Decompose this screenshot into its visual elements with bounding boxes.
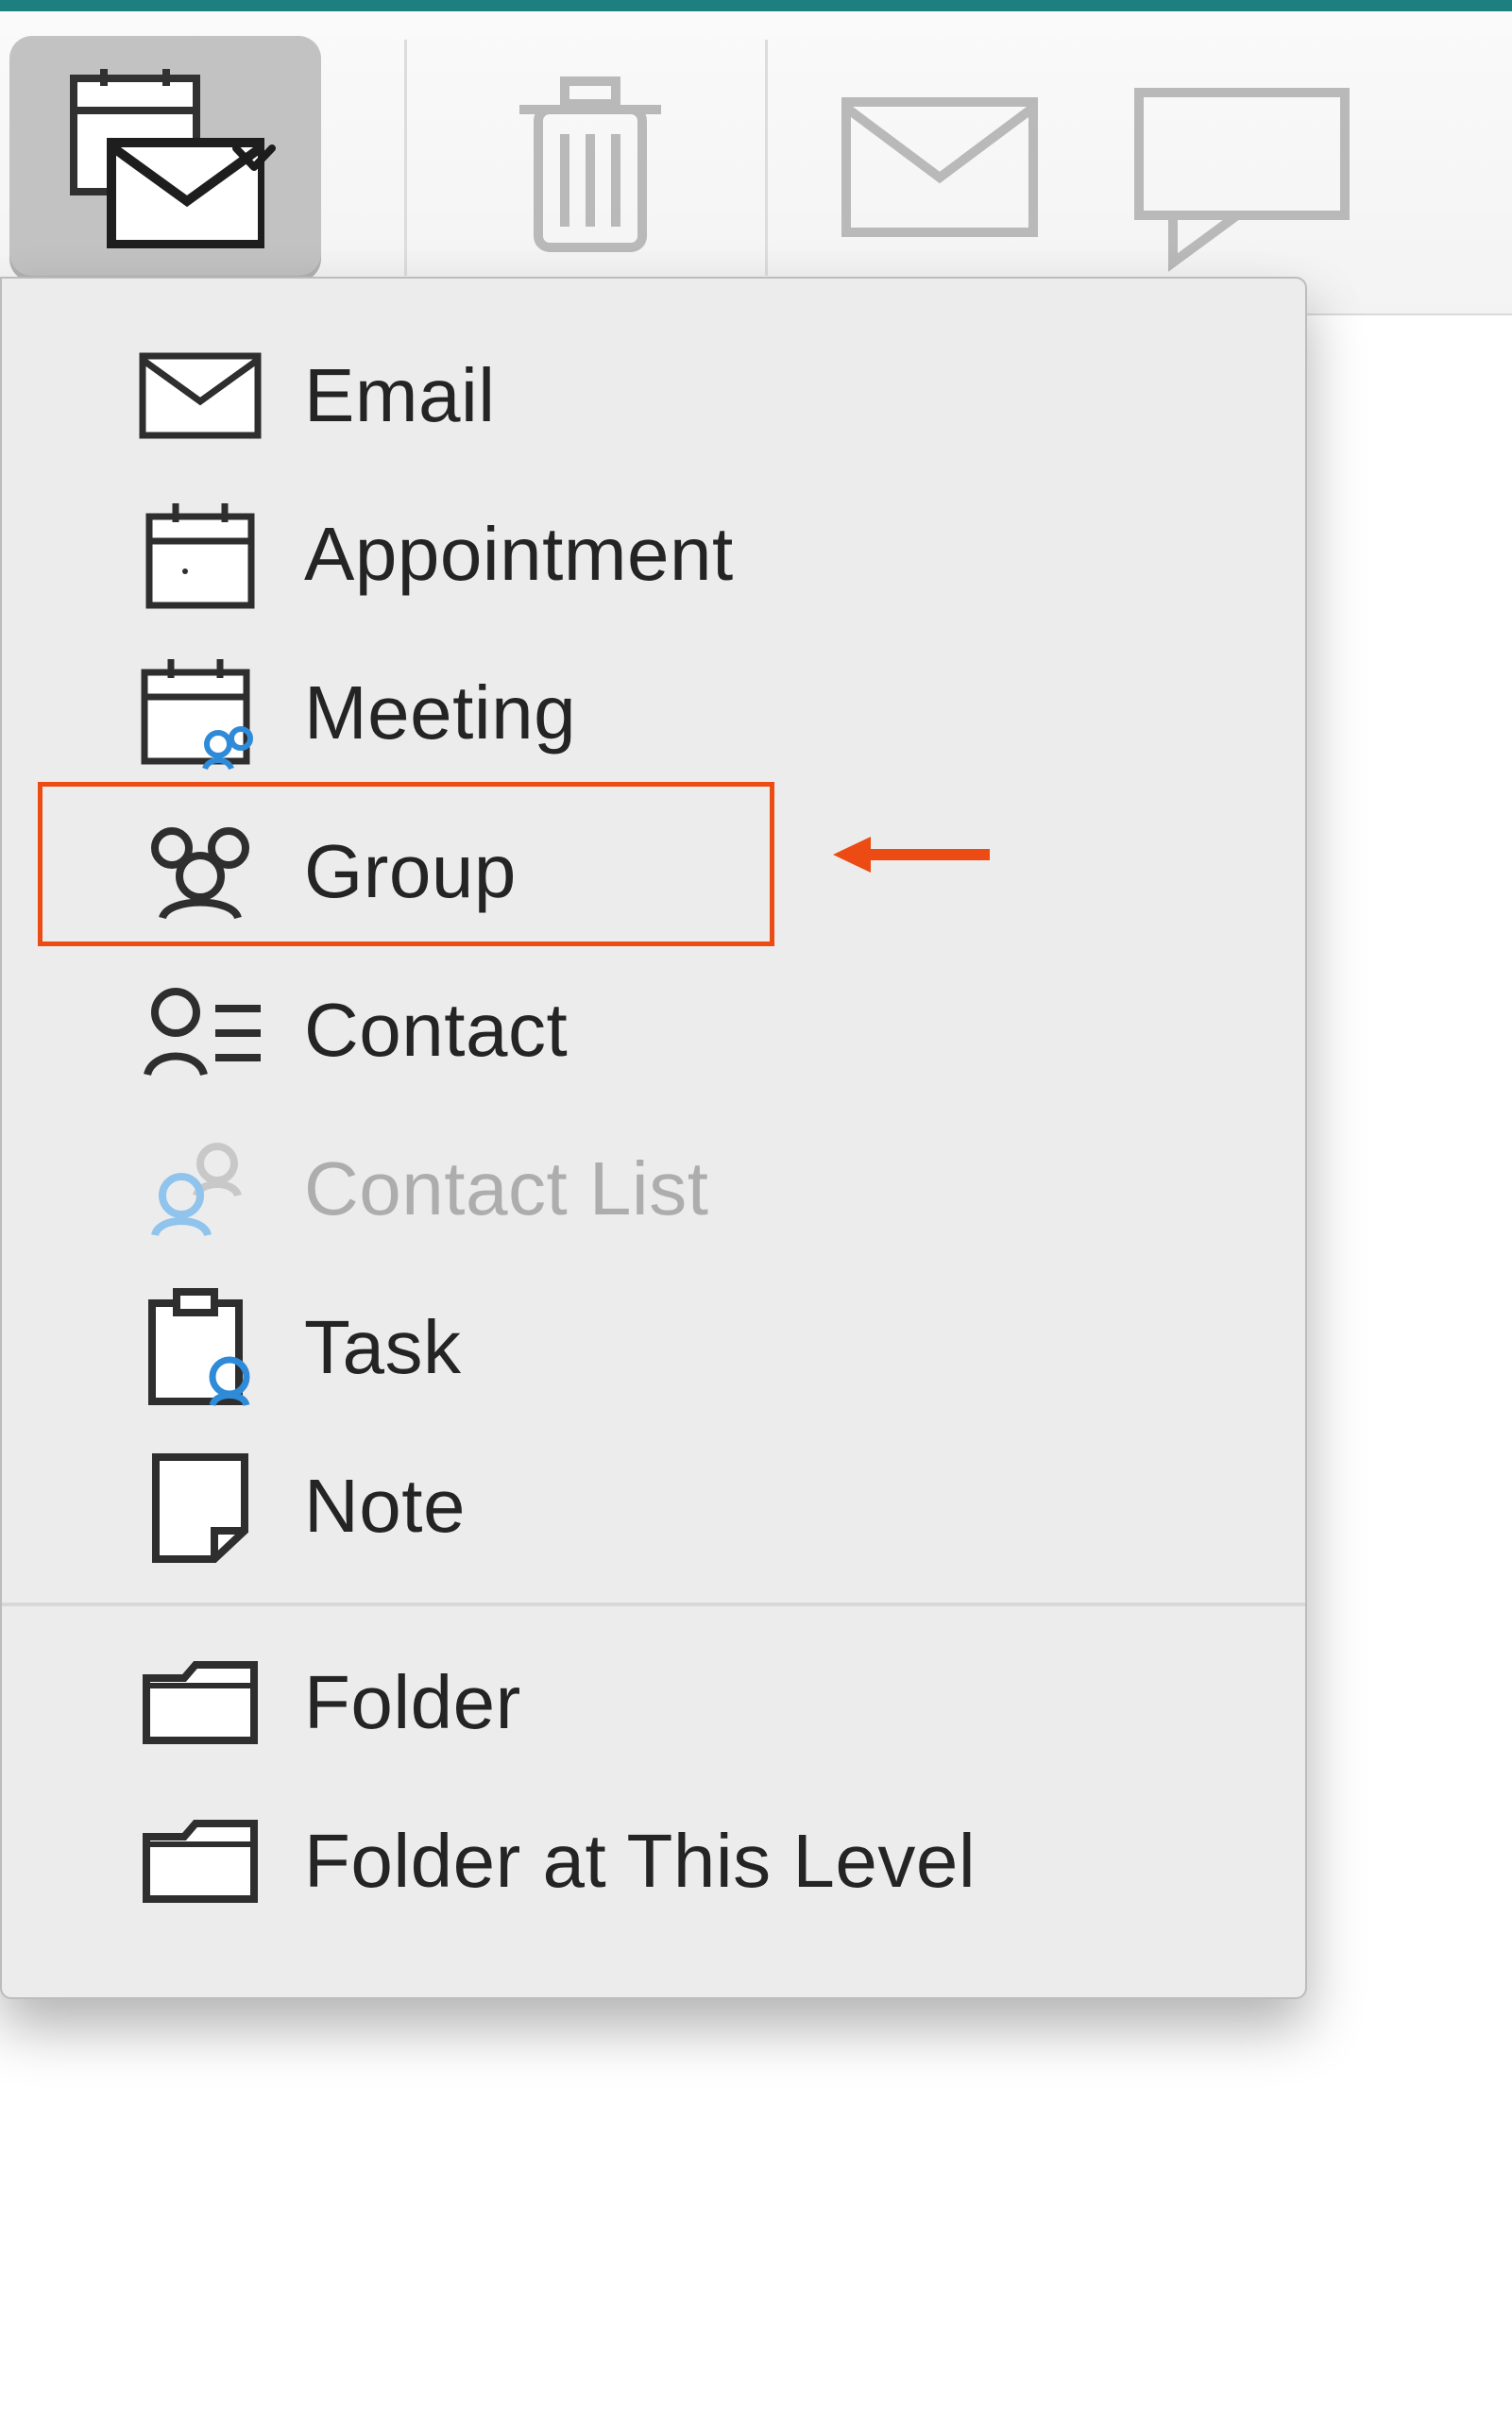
contact-icon xyxy=(134,974,266,1087)
chat-icon[interactable] xyxy=(1133,87,1351,276)
menu-item-contact[interactable]: Contact xyxy=(2,951,1305,1110)
menu-item-label: Task xyxy=(304,1304,462,1391)
menu-item-note[interactable]: Note xyxy=(2,1427,1305,1586)
menu-item-contact-list: Contact List xyxy=(2,1110,1305,1268)
menu-separator xyxy=(2,1603,1305,1606)
calendar-icon xyxy=(134,498,266,611)
group-icon xyxy=(134,815,266,928)
menu-item-group[interactable]: Group xyxy=(2,792,1305,951)
menu-item-appointment[interactable]: Appointment xyxy=(2,475,1305,634)
menu-item-label: Group xyxy=(304,828,517,915)
folder-level-icon xyxy=(134,1805,266,1918)
menu-item-meeting[interactable]: Meeting xyxy=(2,634,1305,792)
menu-item-label: Note xyxy=(304,1463,466,1550)
menu-item-label: Contact xyxy=(304,987,568,1074)
menu-item-folder[interactable]: Folder xyxy=(2,1623,1305,1782)
menu-item-label: Folder at This Level xyxy=(304,1818,976,1905)
toolbar-divider xyxy=(765,40,768,276)
email-icon xyxy=(134,339,266,452)
folder-icon xyxy=(134,1646,266,1759)
delete-icon[interactable] xyxy=(510,68,671,257)
new-item-dropdown-button[interactable] xyxy=(9,36,321,281)
window-titlebar-strip xyxy=(0,0,1512,11)
meeting-icon xyxy=(134,656,266,770)
task-icon xyxy=(134,1291,266,1404)
new-item-dropdown-menu: Email Appointment xyxy=(0,277,1307,1999)
menu-item-label: Contact List xyxy=(304,1145,708,1232)
menu-item-task[interactable]: Task xyxy=(2,1268,1305,1427)
chevron-down-icon xyxy=(232,144,276,173)
menu-item-label: Email xyxy=(304,352,496,439)
menu-item-folder-at-level[interactable]: Folder at This Level xyxy=(2,1782,1305,1941)
menu-item-email[interactable]: Email xyxy=(2,316,1305,475)
ribbon-toolbar xyxy=(0,11,1512,315)
mail-icon[interactable] xyxy=(841,96,1039,238)
toolbar-divider xyxy=(404,40,407,276)
menu-item-label: Appointment xyxy=(304,511,734,598)
note-icon xyxy=(134,1450,266,1563)
menu-item-label: Meeting xyxy=(304,670,576,756)
page-background xyxy=(0,2134,1512,2426)
menu-item-label: Folder xyxy=(304,1659,521,1746)
contact-list-icon xyxy=(134,1132,266,1246)
annotation-arrow-icon xyxy=(831,831,992,878)
